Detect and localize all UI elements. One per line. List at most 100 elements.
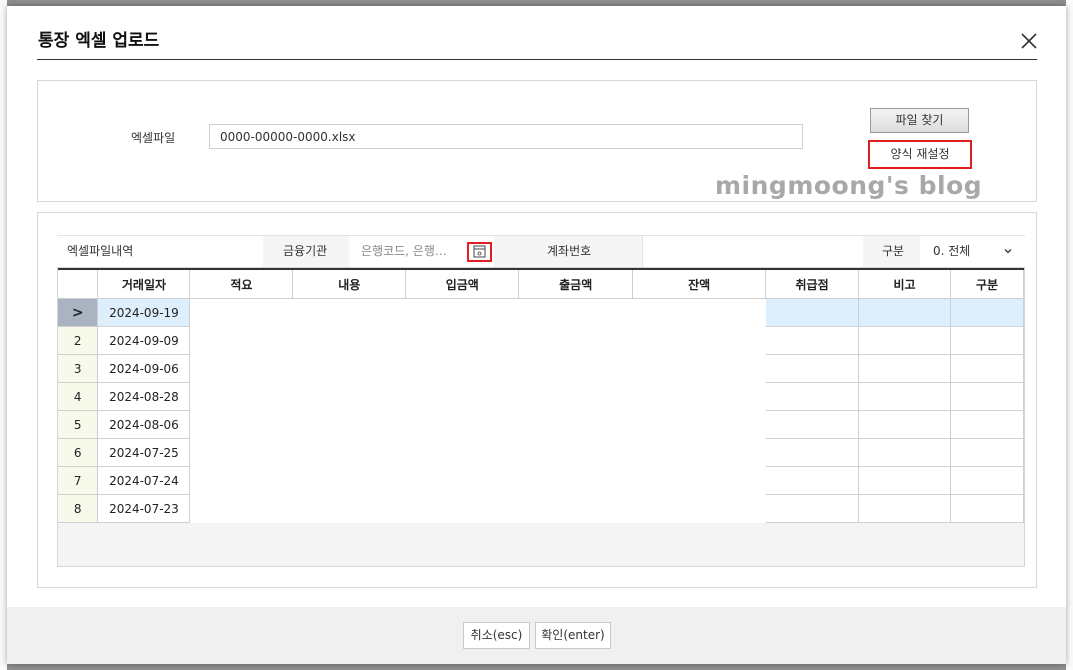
empty-cell[interactable] [292,494,407,523]
empty-cell[interactable] [405,494,520,523]
date-cell[interactable]: 2024-09-19 [97,298,191,327]
transaction-grid[interactable]: 거래일자 적요 내용 입금액 출금액 잔액 취급점 비고 구분 > 2024-0 [57,267,1025,567]
empty-cell[interactable] [405,410,520,439]
empty-cell[interactable] [858,494,951,523]
date-cell[interactable]: 2024-07-25 [97,438,191,467]
empty-cell[interactable] [632,354,767,383]
empty-cell[interactable] [518,382,634,411]
empty-cell[interactable] [405,354,520,383]
date-cell[interactable]: 2024-08-28 [97,382,191,411]
empty-cell[interactable] [518,438,634,467]
empty-cell[interactable] [765,466,860,495]
date-cell[interactable]: 2024-07-24 [97,466,191,495]
column-header[interactable]: 내용 [292,268,407,299]
empty-cell[interactable] [632,298,767,327]
table-row[interactable]: 3 2024-09-06 [58,354,1025,383]
empty-cell[interactable] [950,494,1025,523]
date-cell[interactable]: 2024-09-06 [97,354,191,383]
reset-template-button[interactable]: 양식 재설정 [868,140,972,169]
empty-cell[interactable] [950,466,1025,495]
table-row[interactable]: 6 2024-07-25 [58,438,1025,467]
empty-cell[interactable] [292,410,407,439]
date-cell[interactable]: 2024-07-23 [97,494,191,523]
empty-cell[interactable] [518,298,634,327]
empty-cell[interactable] [189,438,294,467]
date-cell[interactable]: 2024-08-06 [97,410,191,439]
column-header[interactable]: 취급점 [765,268,860,299]
table-row[interactable]: 8 2024-07-23 [58,494,1025,523]
date-cell[interactable]: 2024-09-09 [97,326,191,355]
empty-cell[interactable] [765,354,860,383]
empty-cell[interactable] [518,326,634,355]
empty-cell[interactable] [765,326,860,355]
empty-cell[interactable] [950,298,1025,327]
empty-cell[interactable] [858,326,951,355]
empty-cell[interactable] [950,410,1025,439]
column-header[interactable]: 출금액 [518,268,634,299]
empty-cell[interactable] [858,354,951,383]
table-row[interactable]: 5 2024-08-06 [58,410,1025,439]
calendar-button[interactable] [467,242,492,262]
empty-cell[interactable] [765,382,860,411]
row-selector[interactable]: > [58,298,99,327]
empty-cell[interactable] [405,438,520,467]
empty-cell[interactable] [632,494,767,523]
empty-cell[interactable] [950,382,1025,411]
empty-cell[interactable] [292,466,407,495]
empty-cell[interactable] [518,410,634,439]
table-row[interactable]: 4 2024-08-28 [58,382,1025,411]
empty-cell[interactable] [858,298,951,327]
empty-cell[interactable] [518,466,634,495]
table-row[interactable]: > 2024-09-19 [58,298,1025,327]
empty-cell[interactable] [405,298,520,327]
empty-cell[interactable] [858,438,951,467]
close-icon[interactable] [1018,30,1040,52]
empty-cell[interactable] [858,466,951,495]
empty-cell[interactable] [405,326,520,355]
empty-cell[interactable] [292,382,407,411]
chevron-down-icon[interactable] [1003,246,1013,256]
empty-cell[interactable] [189,298,294,327]
bank-search-input[interactable]: 은행코드, 은행… [361,236,447,267]
empty-cell[interactable] [518,494,634,523]
empty-cell[interactable] [518,354,634,383]
empty-cell[interactable] [632,382,767,411]
empty-cell[interactable] [765,438,860,467]
empty-cell[interactable] [765,410,860,439]
empty-cell[interactable] [292,326,407,355]
column-header[interactable]: 구분 [950,268,1025,299]
column-header[interactable]: 입금액 [405,268,520,299]
empty-cell[interactable] [765,494,860,523]
column-header[interactable]: 비고 [858,268,951,299]
empty-cell[interactable] [189,410,294,439]
empty-cell[interactable] [292,354,407,383]
empty-cell[interactable] [189,382,294,411]
empty-cell[interactable] [765,298,860,327]
empty-cell[interactable] [632,326,767,355]
empty-cell[interactable] [405,382,520,411]
type-select[interactable]: 0. 전체 [933,236,970,267]
empty-cell[interactable] [189,466,294,495]
empty-cell[interactable] [858,382,951,411]
empty-cell[interactable] [632,466,767,495]
find-file-button[interactable]: 파일 찾기 [870,108,969,133]
table-row[interactable]: 7 2024-07-24 [58,466,1025,495]
table-row[interactable]: 2 2024-09-09 [58,326,1025,355]
empty-cell[interactable] [858,410,951,439]
empty-cell[interactable] [405,466,520,495]
column-header[interactable]: 적요 [189,268,294,299]
empty-cell[interactable] [189,494,294,523]
empty-cell[interactable] [292,298,407,327]
column-header[interactable]: 거래일자 [97,268,191,299]
column-header[interactable]: 잔액 [632,268,767,299]
empty-cell[interactable] [189,354,294,383]
empty-cell[interactable] [950,326,1025,355]
empty-cell[interactable] [632,438,767,467]
empty-cell[interactable] [950,438,1025,467]
empty-cell[interactable] [632,410,767,439]
cancel-button[interactable]: 취소(esc) [463,622,530,649]
excel-file-input[interactable] [209,124,803,149]
empty-cell[interactable] [292,438,407,467]
empty-cell[interactable] [950,354,1025,383]
confirm-button[interactable]: 확인(enter) [535,622,611,649]
